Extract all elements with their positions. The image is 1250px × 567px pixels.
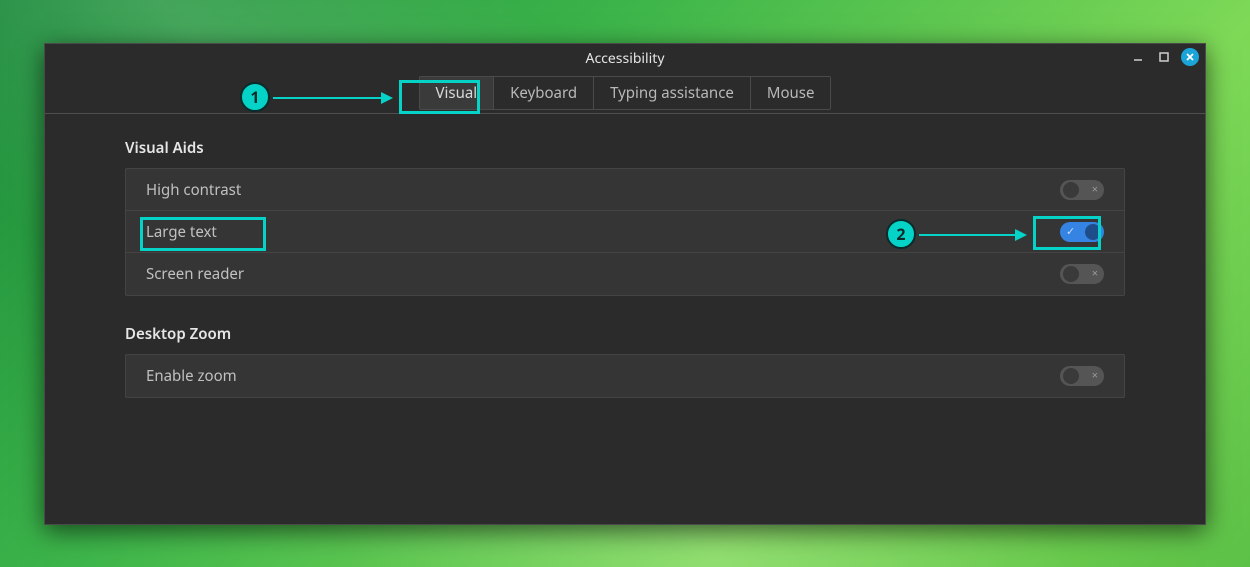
toggle-off-icon (1092, 368, 1098, 383)
tab-visual[interactable]: Visual (420, 77, 495, 109)
toggle-knob (1063, 182, 1079, 198)
maximize-button[interactable] (1155, 48, 1173, 66)
toggle-enable-zoom[interactable] (1060, 366, 1104, 386)
toggle-knob (1063, 266, 1079, 282)
visual-aids-list: High contrast Large text Screen reader (125, 168, 1125, 296)
maximize-icon (1158, 51, 1170, 63)
toggle-on-icon (1066, 224, 1075, 239)
tab-mouse[interactable]: Mouse (751, 77, 831, 109)
toggle-knob (1085, 224, 1101, 240)
row-label: Enable zoom (146, 366, 237, 386)
content-area: Visual Aids High contrast Large text Scr… (45, 114, 1205, 446)
toggle-high-contrast[interactable] (1060, 180, 1104, 200)
toggle-knob (1063, 368, 1079, 384)
minimize-button[interactable] (1129, 48, 1147, 66)
row-high-contrast[interactable]: High contrast (126, 169, 1124, 211)
close-button[interactable] (1181, 48, 1199, 66)
toggle-off-icon (1092, 266, 1098, 281)
toggle-screen-reader[interactable] (1060, 264, 1104, 284)
tab-typing-assistance[interactable]: Typing assistance (594, 77, 751, 109)
row-enable-zoom[interactable]: Enable zoom (126, 355, 1124, 397)
row-label: Large text (146, 222, 217, 242)
tab-row: Visual Keyboard Typing assistance Mouse (45, 72, 1205, 114)
titlebar[interactable]: Accessibility (45, 44, 1205, 72)
section-title-desktop-zoom: Desktop Zoom (125, 324, 1125, 344)
desktop-zoom-list: Enable zoom (125, 354, 1125, 398)
row-label: High contrast (146, 180, 241, 200)
tab-keyboard[interactable]: Keyboard (494, 77, 594, 109)
row-large-text[interactable]: Large text (126, 211, 1124, 253)
window-controls (1129, 48, 1199, 66)
row-screen-reader[interactable]: Screen reader (126, 253, 1124, 295)
row-label: Screen reader (146, 264, 244, 284)
toggle-large-text[interactable] (1060, 222, 1104, 242)
window-title: Accessibility (586, 49, 665, 68)
toggle-off-icon (1092, 182, 1098, 197)
minimize-icon (1132, 51, 1144, 63)
section-title-visual-aids: Visual Aids (125, 138, 1125, 158)
close-icon (1185, 52, 1195, 62)
accessibility-window: Accessibility Visual Keyboard Typing ass… (44, 43, 1206, 525)
tabs-container: Visual Keyboard Typing assistance Mouse (419, 76, 832, 110)
